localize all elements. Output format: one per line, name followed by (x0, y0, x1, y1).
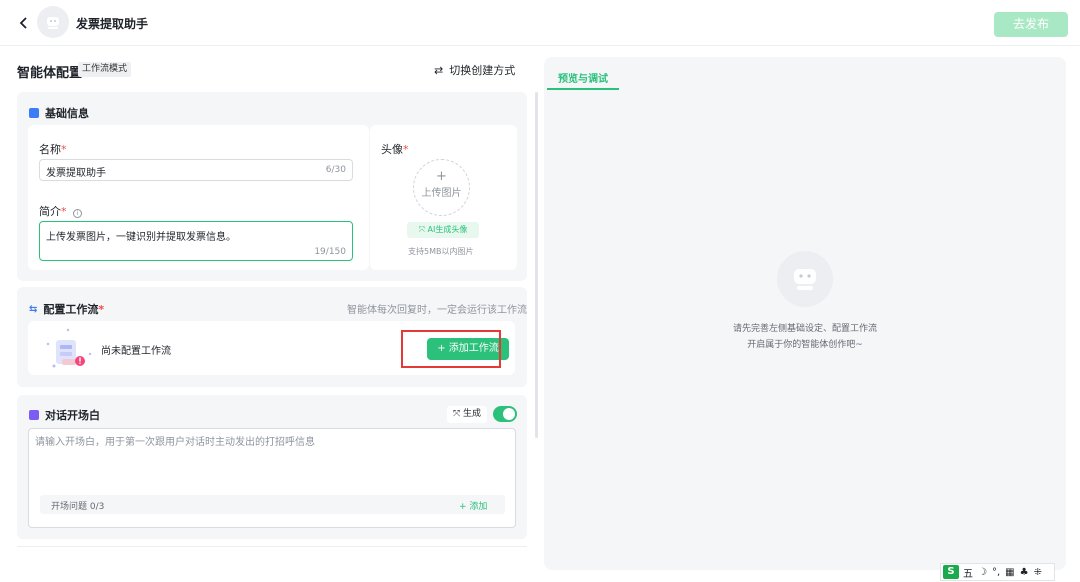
preview-avatar (777, 251, 833, 307)
ime-logo[interactable]: S (943, 565, 959, 579)
back-button[interactable] (14, 13, 34, 33)
preview-empty-line2: 开启属于你的智能体创作吧~ (747, 340, 863, 350)
config-title: 智能体配置 (17, 66, 83, 81)
tab-preview-debug[interactable]: 预览与调试 (547, 70, 619, 90)
opener-textarea[interactable] (35, 433, 505, 493)
opener-toggle[interactable] (493, 406, 517, 422)
chat-bubble-icon (29, 410, 39, 420)
required-mark: * (61, 143, 67, 156)
desc-label: 简介* i (39, 203, 82, 219)
name-input-value: 发票提取助手 (46, 168, 106, 179)
empty-workflow-illustration (46, 328, 92, 368)
switch-mode-button[interactable]: ⇄ 切换创建方式 (434, 62, 515, 78)
page-title: 发票提取助手 (76, 17, 149, 31)
robot-icon (794, 269, 816, 290)
highlight-box (401, 330, 501, 368)
opener-title: 对话开场白 (45, 409, 100, 422)
ai-generate-avatar-button[interactable]: ⤧ AI生成头像 (407, 222, 479, 238)
workflow-icon: ⇆ (29, 303, 38, 315)
switch-mode-label: 切换创建方式 (449, 64, 516, 77)
top-header: 发票提取助手 去发布 (0, 0, 1080, 46)
basic-fields-panel: 名称* 发票提取助手 6/30 简介* i 上传发票图片，一键识别并提取发票信息… (28, 125, 369, 270)
ime-punct-icon[interactable]: °, (992, 567, 1000, 578)
sparkle-icon: ⤧ (418, 225, 428, 234)
add-question-button[interactable]: + 添加 (459, 499, 487, 512)
plus-icon: + (436, 169, 447, 184)
workflow-title: 配置工作流 (43, 303, 99, 316)
workflow-tip: 智能体每次回复时，一定会运行该工作流 (347, 305, 527, 316)
basic-info-title-row: 基础信息 (29, 105, 89, 121)
upload-avatar-button[interactable]: + 上传图片 (413, 159, 470, 216)
ime-toolbar: S 五 ☽ °, ▦ ♣ ⁜ (940, 563, 1055, 581)
avatar-panel: 头像* + 上传图片 ⤧ AI生成头像 支持5MB以内图片 (370, 125, 517, 270)
generate-opener-label: 生成 (463, 409, 482, 419)
required-mark: * (98, 302, 105, 316)
ime-skin-icon[interactable]: ♣ (1020, 567, 1029, 578)
workflow-title-row: ⇆ 配置工作流 * (29, 301, 104, 317)
mode-tag: 工作流模式 (78, 62, 132, 77)
swap-icon: ⇄ (434, 64, 444, 77)
info-card-icon (29, 108, 39, 118)
robot-icon (47, 17, 59, 29)
name-char-count: 6/30 (325, 165, 346, 175)
opener-title-row: 对话开场白 (29, 407, 100, 423)
desc-textarea[interactable]: 上传发票图片，一键识别并提取发票信息。 19/150 (39, 221, 353, 261)
opener-input-box: 开场问题 0/3 + 添加 (28, 428, 516, 528)
opening-questions-bar: 开场问题 0/3 + 添加 (40, 495, 505, 514)
preview-empty-line1: 请先完善左侧基础设定、配置工作流 (732, 324, 877, 334)
ime-keyboard-icon[interactable]: ▦ (1005, 567, 1014, 578)
upload-label: 上传图片 (421, 188, 462, 199)
agent-avatar (37, 6, 69, 38)
divider (17, 546, 527, 547)
desc-textarea-value: 上传发票图片，一键识别并提取发票信息。 (46, 232, 236, 243)
name-input[interactable]: 发票提取助手 6/30 (39, 159, 353, 181)
basic-info-title: 基础信息 (45, 107, 89, 120)
avatar-label: 头像* (381, 141, 409, 157)
required-mark: * (403, 143, 409, 156)
required-mark: * (61, 205, 67, 218)
ime-moon-icon[interactable]: ☽ (978, 567, 987, 578)
ime-menu-icon[interactable]: ⁜ (1034, 567, 1042, 578)
chevron-left-icon (19, 17, 27, 29)
name-label-text: 名称 (39, 143, 61, 156)
sparkle-icon: ⤧ (452, 409, 464, 419)
generate-opener-button[interactable]: ⤧ 生成 (447, 406, 487, 423)
desc-label-text: 简介 (39, 205, 61, 218)
basic-info-section: 基础信息 名称* 发票提取助手 6/30 简介* i 上传发票图片，一键识别并提… (17, 92, 527, 281)
workflow-empty-text: 尚未配置工作流 (101, 346, 171, 357)
opening-questions-label: 开场问题 0/3 (51, 502, 105, 512)
info-icon[interactable]: i (73, 209, 82, 218)
scrollbar[interactable] (535, 92, 538, 438)
upload-size-hint: 支持5MB以内图片 (408, 247, 474, 256)
avatar-label-text: 头像 (381, 143, 403, 156)
publish-button[interactable]: 去发布 (994, 12, 1068, 37)
desc-char-count: 19/150 (314, 247, 346, 257)
preview-panel: 预览与调试 请先完善左侧基础设定、配置工作流 开启属于你的智能体创作吧~ (544, 57, 1066, 570)
name-label: 名称* (39, 141, 67, 157)
ime-mode[interactable]: 五 (963, 565, 973, 580)
ai-generate-avatar-label: AI生成头像 (427, 225, 468, 234)
